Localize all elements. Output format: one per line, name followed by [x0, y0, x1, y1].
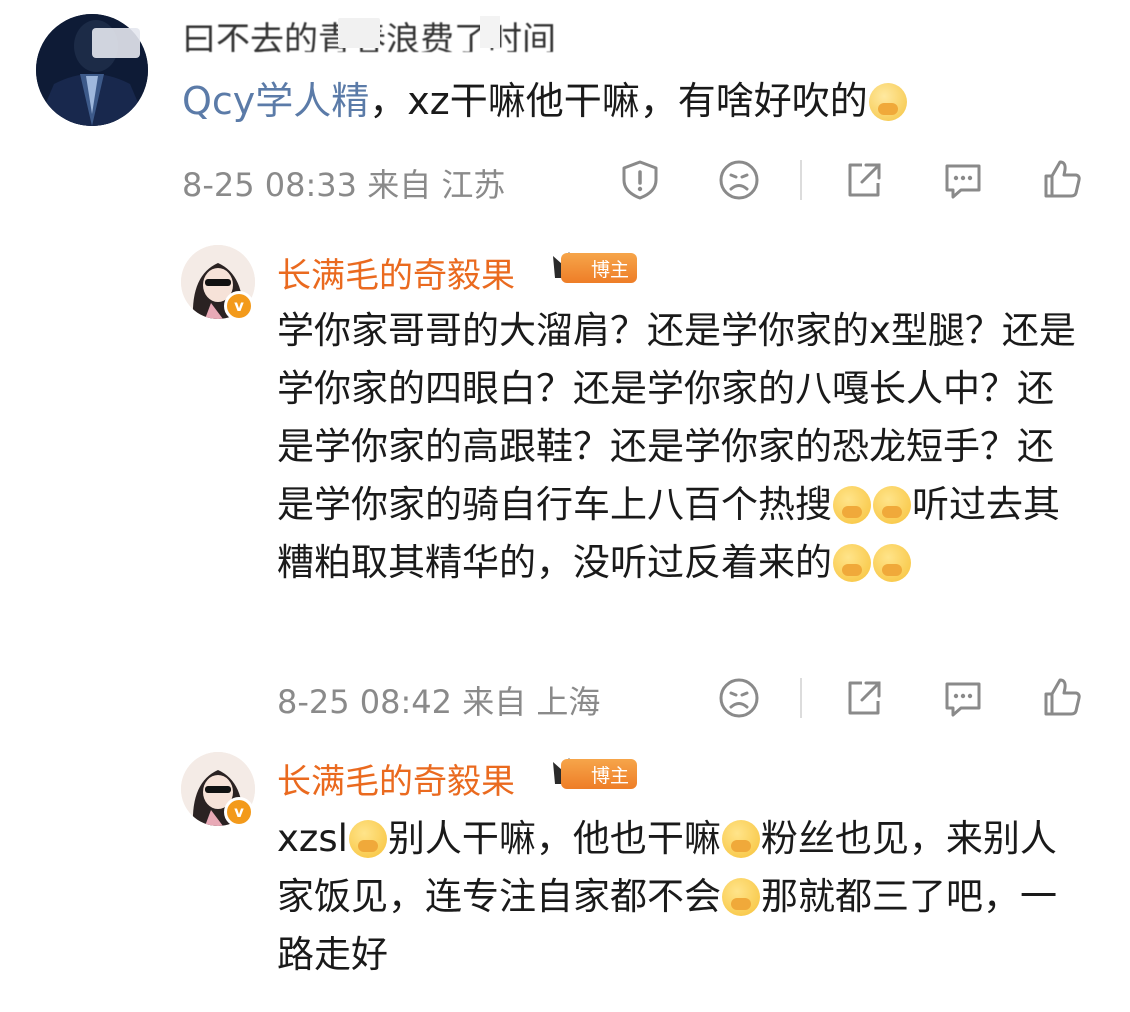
verified-badge-icon: v — [224, 797, 254, 827]
reply-meta: 8-25 08:42 来自 上海 — [277, 677, 600, 723]
cry-cover-mouth-emoji-icon — [348, 820, 387, 858]
reply-username[interactable]: 长满毛的奇毅果 — [277, 248, 515, 297]
badge-text: 博主 — [591, 764, 630, 787]
reply-username[interactable]: 长满毛的奇毅果 — [277, 754, 515, 803]
reply-time: 8-25 08:42 — [277, 683, 453, 721]
from-label: 来自 — [367, 166, 432, 204]
comment-icon[interactable] — [941, 676, 985, 720]
verified-badge-icon: v — [224, 291, 254, 321]
dislike-icon[interactable] — [717, 676, 761, 720]
share-icon[interactable] — [842, 676, 886, 720]
reply-text: xzsl — [277, 817, 348, 860]
comment-body: Qcy学人精，xz干嘛他干嘛，有啥好吹的 — [182, 76, 908, 126]
badge-text: 博主 — [591, 258, 630, 281]
mention-link[interactable]: Qcy学人精 — [182, 79, 369, 123]
reply-body: xzsl 别人干嘛，他也干嘛 粉丝也见，来别人家饭见，连专注自家都不会 那就都三了吧，… — [277, 810, 1077, 984]
shush-emoji-icon — [868, 83, 907, 121]
reply-location: 上海 — [536, 683, 601, 721]
from-label: 来自 — [462, 683, 527, 721]
comment-icon[interactable] — [941, 158, 985, 202]
blogger-badge: 博主 — [551, 754, 651, 794]
comment-time: 8-25 08:33 — [182, 166, 358, 204]
comment-meta: 8-25 08:33 来自 江苏 — [182, 160, 505, 206]
cry-cover-mouth-emoji-icon — [721, 820, 760, 858]
laugh-cry-emoji-icon — [833, 544, 871, 582]
laugh-cry-emoji-icon — [873, 544, 911, 582]
privacy-mosaic — [480, 16, 500, 48]
privacy-mosaic — [92, 28, 140, 58]
divider — [800, 160, 802, 200]
reply-text: 别人干嘛，他也干嘛 — [387, 817, 721, 860]
blogger-badge: 博主 — [551, 248, 651, 288]
report-icon[interactable] — [618, 158, 662, 202]
cry-cover-mouth-emoji-icon — [873, 486, 911, 524]
comment-text: ，xz干嘛他干嘛，有啥好吹的 — [369, 79, 868, 123]
blogger-badge-label: 博主 — [561, 253, 638, 283]
reply-body: 学你家哥哥的大溜肩？还是学你家的x型腿？还是学你家的四眼白？还是学你家的八嘎长人… — [277, 302, 1077, 592]
share-icon[interactable] — [842, 158, 886, 202]
like-icon[interactable] — [1040, 158, 1084, 202]
divider — [800, 678, 802, 718]
comment-location: 江苏 — [441, 166, 506, 204]
blogger-badge-label: 博主 — [561, 759, 638, 789]
cry-cover-mouth-emoji-icon — [722, 878, 760, 916]
like-icon[interactable] — [1040, 676, 1084, 720]
privacy-mosaic — [338, 18, 380, 48]
cry-cover-mouth-emoji-icon — [833, 486, 871, 524]
dislike-icon[interactable] — [717, 158, 761, 202]
